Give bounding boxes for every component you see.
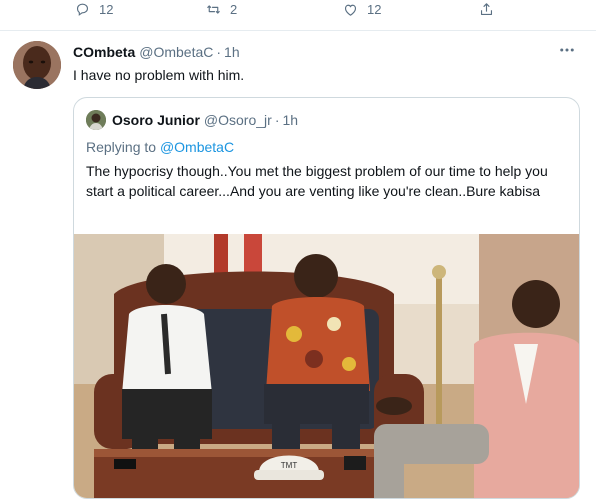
- quote-avatar[interactable]: [86, 110, 106, 130]
- heart-icon: [344, 4, 357, 16]
- user-handle[interactable]: @OmbetaC: [139, 44, 213, 60]
- tweet-action-bar: 12 2 12: [0, 0, 596, 31]
- cap-logo-text: TMT: [281, 461, 298, 470]
- timestamp[interactable]: 1h: [224, 44, 240, 60]
- separator: ·: [216, 44, 222, 60]
- retweet-count: 2: [230, 1, 238, 17]
- tweet-text: I have no problem with him.: [73, 67, 245, 83]
- avatar[interactable]: [13, 41, 61, 89]
- reply-icon: [76, 3, 89, 16]
- quote-text: The hypocrisy though..You met the bigges…: [86, 163, 548, 199]
- more-horizontal-icon: [560, 48, 574, 52]
- like-button[interactable]: 12: [342, 0, 381, 18]
- retweet-button[interactable]: 2: [205, 0, 237, 18]
- quote-photo[interactable]: TMT: [74, 234, 579, 498]
- quoted-tweet[interactable]: Osoro Junior @Osoro_jr · 1h Replying to …: [73, 97, 580, 499]
- quote-header: Osoro Junior @Osoro_jr · 1h: [86, 110, 298, 130]
- reply-button[interactable]: 12: [74, 0, 113, 18]
- retweet-icon: [207, 4, 220, 14]
- quote-display-name[interactable]: Osoro Junior: [112, 112, 200, 128]
- quote-user-handle[interactable]: @Osoro_jr: [204, 112, 272, 128]
- tweet[interactable]: COmbeta @OmbetaC · 1h I have no problem …: [0, 31, 596, 499]
- share-button[interactable]: [478, 0, 495, 18]
- more-options-button[interactable]: [558, 41, 576, 64]
- replying-to: Replying to @OmbetaC: [86, 139, 234, 155]
- replying-to-mention[interactable]: @OmbetaC: [160, 139, 234, 155]
- quote-timestamp[interactable]: 1h: [282, 112, 298, 128]
- reply-count: 12: [99, 1, 114, 17]
- quote-separator: ·: [274, 112, 280, 128]
- replying-to-label: Replying to: [86, 139, 157, 155]
- display-name[interactable]: COmbeta: [73, 44, 135, 60]
- share-icon: [480, 2, 493, 15]
- like-count: 12: [367, 1, 382, 17]
- tweet-header: COmbeta @OmbetaC · 1h: [73, 44, 240, 60]
